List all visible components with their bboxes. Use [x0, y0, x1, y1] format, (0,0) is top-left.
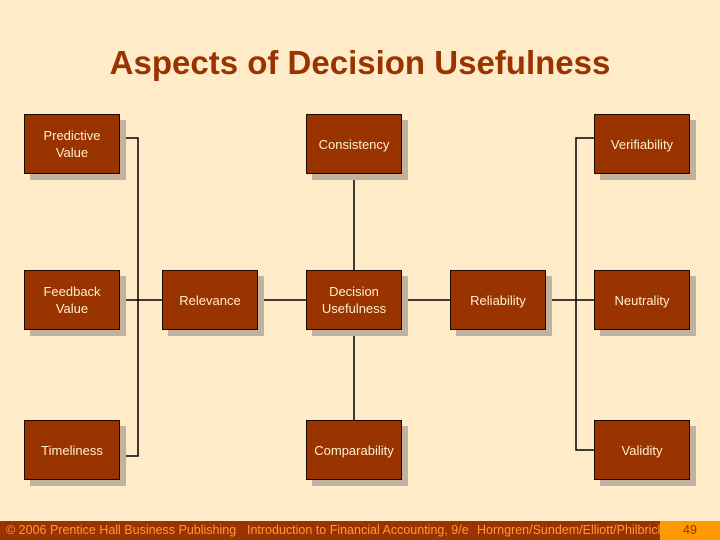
footer-book-title: Introduction to Financial Accounting, 9/… [247, 523, 469, 537]
node-neutrality: Neutrality [594, 270, 690, 330]
node-reliability: Reliability [450, 270, 546, 330]
page-number: 49 [660, 521, 720, 540]
node-consistency: Consistency [306, 114, 402, 174]
connector-predictive-relevance [120, 137, 139, 300]
footer-authors: Horngren/Sundem/Elliott/Philbrick [477, 523, 664, 537]
node-predictive-value: Predictive Value [24, 114, 120, 174]
node-relevance: Relevance [162, 270, 258, 330]
connector-timeliness-relevance [120, 300, 139, 457]
connector-reliability-validity [575, 300, 594, 451]
node-comparability: Comparability [306, 420, 402, 480]
node-decision-usefulness: Decision Usefulness [306, 270, 402, 330]
node-feedback-value: Feedback Value [24, 270, 120, 330]
node-validity: Validity [594, 420, 690, 480]
footer-bar: © 2006 Prentice Hall Business Publishing… [0, 521, 720, 540]
connector-reliability-verifiability [575, 137, 594, 300]
footer-copyright: © 2006 Prentice Hall Business Publishing [6, 523, 237, 537]
node-timeliness: Timeliness [24, 420, 120, 480]
node-verifiability: Verifiability [594, 114, 690, 174]
